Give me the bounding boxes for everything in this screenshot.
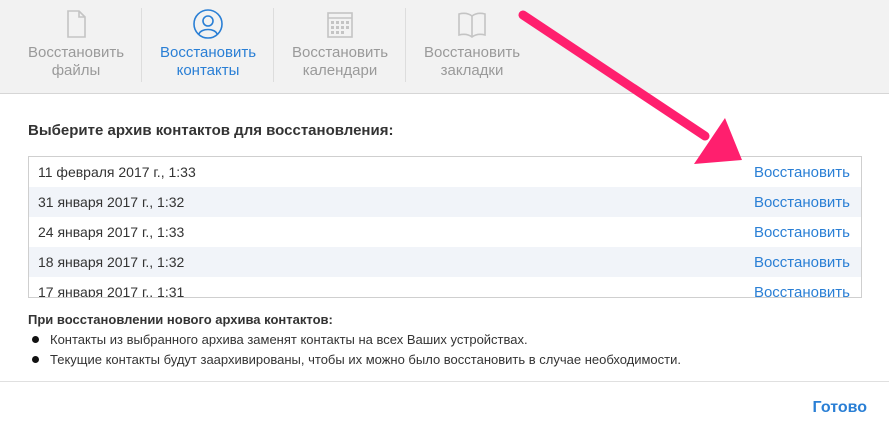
restore-note-item: Текущие контакты будут заархивированы, ч…: [32, 350, 681, 370]
tab-restore-contacts[interactable]: Восстановить контакты: [142, 0, 274, 94]
bullet-icon: [32, 336, 39, 343]
restore-note-list: Контакты из выбранного архива заменят ко…: [32, 330, 681, 370]
restore-link[interactable]: Восстановить: [754, 284, 850, 298]
document-icon: [67, 10, 86, 38]
restore-link[interactable]: Восстановить: [754, 224, 850, 241]
archive-list-heading: Выберите архив контактов для восстановле…: [28, 122, 394, 139]
tab-label: Восстановить закладки: [423, 44, 521, 79]
calendar-icon: [327, 12, 353, 38]
restore-note-item: Контакты из выбранного архива заменят ко…: [32, 330, 681, 350]
contact-icon: [193, 9, 223, 39]
tab-label: Восстановить календари: [291, 44, 389, 79]
done-button[interactable]: Готово: [813, 399, 867, 417]
bullet-icon: [32, 356, 39, 363]
restore-contacts-dialog: Восстановитьфайлы Восстановитьконтакты: [0, 0, 889, 435]
tab-label: Восстановить контакты: [159, 44, 257, 79]
archive-row: 18 января 2017 г., 1:32 Восстановить: [29, 247, 861, 277]
archive-row: 31 января 2017 г., 1:32 Восстановить: [29, 187, 861, 217]
tab-restore-bookmarks[interactable]: Восстановить закладки: [406, 0, 538, 94]
archive-row: 24 января 2017 г., 1:33 Восстановить: [29, 217, 861, 247]
archive-date: 11 февраля 2017 г., 1:33: [38, 164, 196, 180]
archive-date: 24 января 2017 г., 1:33: [38, 224, 185, 240]
restore-tabbar: Восстановитьфайлы Восстановитьконтакты: [0, 0, 889, 94]
tab-restore-calendars[interactable]: Восстановить календари: [274, 0, 406, 94]
footer-divider: [0, 381, 889, 382]
restore-note-title: При восстановлении нового архива контакт…: [28, 312, 333, 327]
archive-date: 17 января 2017 г., 1:31: [38, 284, 185, 298]
archive-list[interactable]: 11 февраля 2017 г., 1:33 Восстановить 31…: [28, 156, 862, 298]
restore-link[interactable]: Восстановить: [754, 164, 850, 181]
archive-row: 11 февраля 2017 г., 1:33 Восстановить: [29, 157, 861, 187]
tab-label: Восстановить файлы: [27, 44, 125, 79]
archive-row: 17 января 2017 г., 1:31 Восстановить: [29, 277, 861, 298]
restore-link[interactable]: Восстановить: [754, 194, 850, 211]
restore-link[interactable]: Восстановить: [754, 254, 850, 271]
tab-restore-files[interactable]: Восстановить файлы: [10, 0, 142, 94]
book-icon: [458, 12, 486, 38]
archive-date: 31 января 2017 г., 1:32: [38, 194, 185, 210]
archive-date: 18 января 2017 г., 1:32: [38, 254, 185, 270]
